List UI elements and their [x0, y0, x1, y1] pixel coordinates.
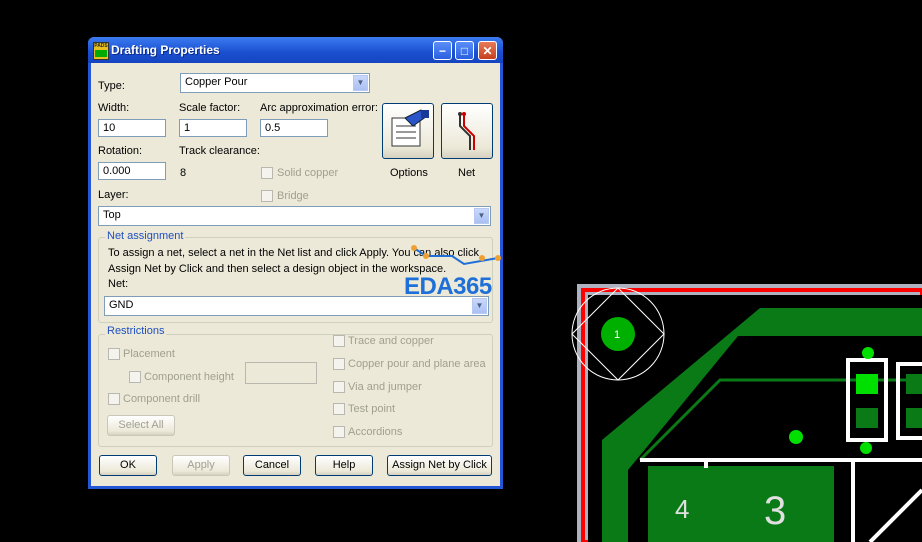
component-label-3: 3: [764, 489, 786, 533]
net-instructions-line2: Assign Net by Click and then select a de…: [108, 263, 447, 275]
type-label: Type:: [98, 80, 125, 92]
arc-error-input[interactable]: 0.5: [260, 119, 328, 137]
via: [860, 442, 872, 454]
solid-copper-label: Solid copper: [277, 167, 339, 179]
ok-button[interactable]: OK: [99, 455, 157, 476]
type-select[interactable]: Copper Pour ▼: [180, 73, 370, 93]
help-button[interactable]: Help: [315, 455, 373, 476]
solid-copper-checkbox[interactable]: [261, 167, 273, 179]
title-bar[interactable]: PADS Drafting Properties − □ ✕: [88, 37, 503, 63]
maximize-button[interactable]: □: [455, 41, 474, 60]
component-label-4: 4: [675, 494, 689, 524]
test-point-label: Test point: [348, 403, 396, 415]
track-clearance-value: 8: [180, 167, 187, 179]
component-drill-checkbox[interactable]: [108, 393, 120, 405]
arc-error-label: Arc approximation error:: [260, 102, 378, 114]
smd-pad-top-2: [906, 374, 922, 394]
accordions-checkbox[interactable]: [333, 426, 345, 438]
scale-factor-label: Scale factor:: [179, 102, 241, 114]
watermark-logo: EDA365: [404, 273, 492, 300]
smd-pad-top: [856, 374, 878, 394]
via: [789, 430, 803, 444]
track-clearance-label: Track clearance:: [179, 145, 260, 157]
component-drill-label: Component drill: [123, 393, 201, 405]
cancel-button[interactable]: Cancel: [243, 455, 301, 476]
scale-factor-input[interactable]: 1: [179, 119, 247, 137]
layer-label: Layer:: [98, 189, 129, 201]
net-button[interactable]: [441, 103, 493, 159]
copper-pour-plane-checkbox[interactable]: [333, 358, 345, 370]
bridge-label: Bridge: [277, 190, 309, 202]
rotation-input[interactable]: 0.000: [98, 162, 166, 180]
via-jumper-checkbox[interactable]: [333, 381, 345, 393]
via: [862, 347, 874, 359]
placement-label: Placement: [123, 348, 175, 360]
smd-pad-bottom-2: [906, 408, 922, 428]
maximize-icon: □: [460, 44, 469, 58]
component-height-checkbox[interactable]: [129, 371, 141, 383]
bridge-checkbox[interactable]: [261, 190, 273, 202]
component-height-label: Component height: [144, 371, 234, 383]
width-label: Width:: [98, 102, 130, 114]
trace-copper-label: Trace and copper: [348, 335, 434, 347]
net-assignment-title: Net assignment: [105, 230, 186, 242]
smd-pad-bottom: [856, 408, 878, 428]
net-icon: [458, 112, 475, 150]
rotation-label: Rotation:: [98, 145, 143, 157]
type-value: Copper Pour: [185, 76, 248, 88]
component-height-input[interactable]: [245, 362, 317, 384]
pads-app-icon: PADS: [93, 42, 109, 60]
watermark-trace-icon: [411, 245, 501, 266]
minimize-icon: −: [438, 44, 446, 58]
via-jumper-label: Via and jumper: [348, 381, 422, 393]
copper-pour-plane-label: Copper pour and plane area: [348, 358, 486, 370]
net-value: GND: [109, 299, 134, 311]
restrictions-title: Restrictions: [105, 325, 167, 337]
options-label: Options: [390, 167, 428, 179]
net-label: Net:: [108, 278, 129, 290]
select-all-button[interactable]: Select All: [107, 415, 175, 436]
test-point-checkbox[interactable]: [333, 403, 345, 415]
accordions-label: Accordions: [348, 426, 403, 438]
layer-value: Top: [103, 209, 121, 221]
assign-net-by-click-button[interactable]: Assign Net by Click: [387, 455, 492, 476]
pad-label: 1: [614, 329, 620, 341]
options-button[interactable]: [382, 103, 434, 159]
close-icon: ✕: [482, 44, 493, 58]
apply-button[interactable]: Apply: [172, 455, 230, 476]
options-icon: [391, 109, 429, 147]
minimize-button[interactable]: −: [433, 41, 452, 60]
dialog-title: Drafting Properties: [111, 43, 220, 57]
close-button[interactable]: ✕: [478, 41, 497, 60]
layer-select[interactable]: Top ▼: [98, 206, 491, 226]
chevron-down-icon[interactable]: ▼: [474, 208, 489, 224]
placement-checkbox[interactable]: [108, 348, 120, 360]
width-input[interactable]: 10: [98, 119, 166, 137]
net-button-label: Net: [458, 167, 476, 179]
chevron-down-icon[interactable]: ▼: [353, 75, 368, 91]
trace-copper-checkbox[interactable]: [333, 335, 345, 347]
